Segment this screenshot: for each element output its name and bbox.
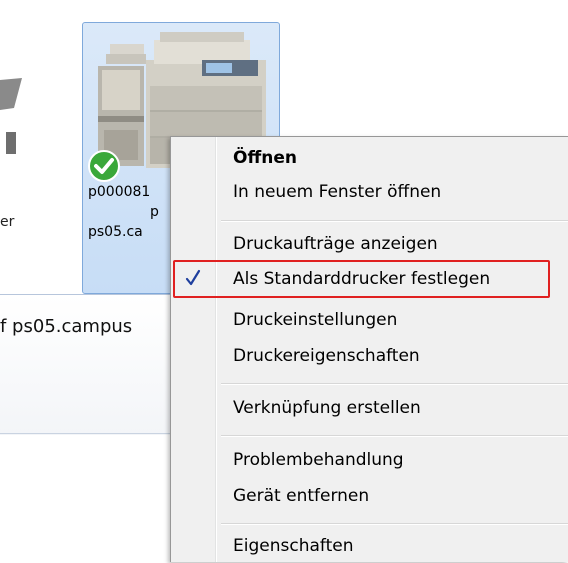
- menu-item-remove-device[interactable]: Gerät entfernen: [217, 479, 568, 513]
- default-printer-check-icon: [88, 150, 120, 182]
- printer-name-line3: ps05.ca: [88, 224, 143, 240]
- menu-separator: [221, 523, 568, 525]
- menu-item-properties[interactable]: Eigenschaften: [217, 529, 568, 563]
- menu-item-open-new-window[interactable]: In neuem Fenster öffnen: [217, 175, 568, 209]
- menu-item-view-print-jobs[interactable]: Druckaufträge anzeigen: [217, 227, 568, 261]
- details-printer-location: f ps05.campus: [0, 316, 133, 337]
- printer-name-line2: p: [150, 204, 159, 220]
- menu-item-set-default-printer[interactable]: Als Standarddrucker festlegen: [217, 262, 568, 296]
- menu-separator: [221, 435, 568, 437]
- menu-item-printing-preferences[interactable]: Druckeinstellungen: [217, 303, 568, 337]
- menu-item-printer-properties[interactable]: Druckereigenschaften: [217, 339, 568, 373]
- menu-separator: [221, 220, 568, 222]
- menu-item-create-shortcut[interactable]: Verknüpfung erstellen: [217, 391, 568, 425]
- partial-device-label: er: [0, 214, 15, 230]
- partial-device-icon: [0, 78, 22, 154]
- printer-name-line1: p000081: [88, 184, 151, 200]
- menu-icon-gutter: [171, 137, 217, 562]
- checkmark-icon: [185, 269, 201, 286]
- menu-item-troubleshoot[interactable]: Problembehandlung: [217, 443, 568, 477]
- context-menu: Öffnen In neuem Fenster öffnen Druckauft…: [170, 136, 568, 562]
- menu-item-open[interactable]: Öffnen: [217, 141, 568, 175]
- menu-separator: [221, 383, 568, 385]
